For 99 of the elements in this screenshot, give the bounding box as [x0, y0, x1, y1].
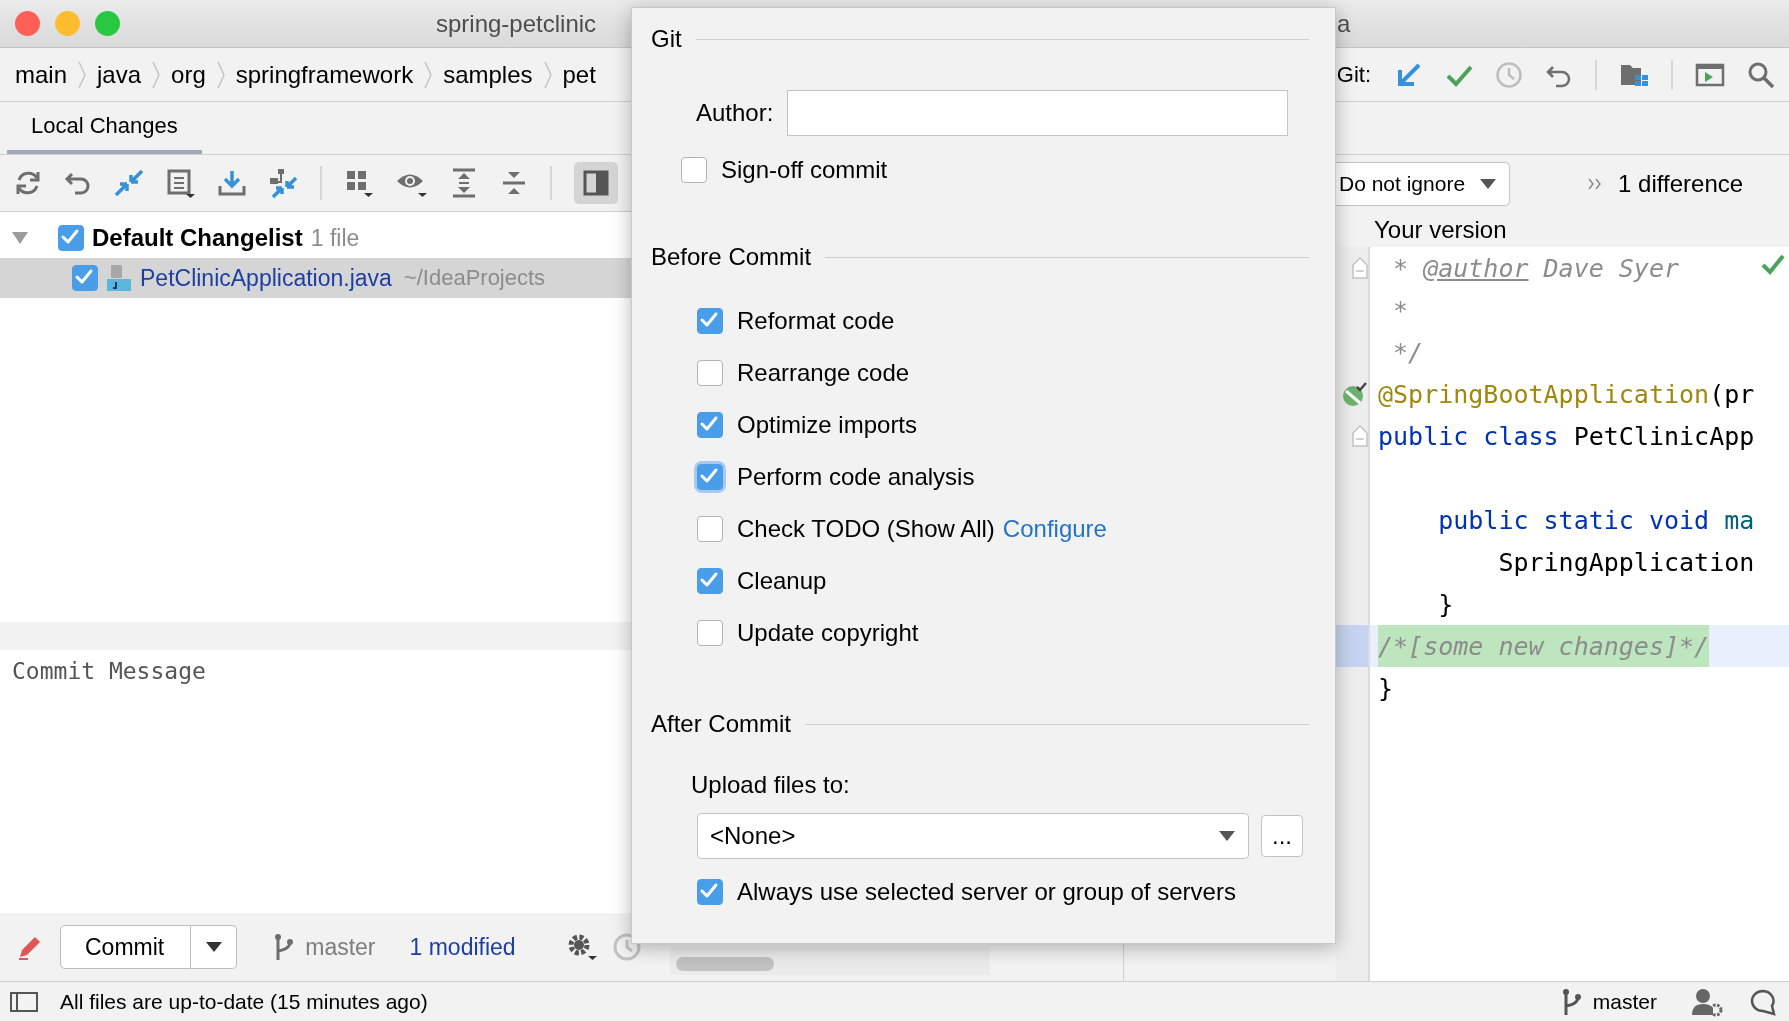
double-chevron-icon[interactable]	[1588, 177, 1603, 190]
checkbox-label: Check TODO (Show All)	[737, 515, 995, 543]
code-editor[interactable]: * @author Dave Syer * */ @SpringBootApplication(pr public class PetClinicApp public static void ma SpringApplication } /*[some new changes]*/ }	[1370, 247, 1789, 981]
breadcrumb[interactable]: springframework	[235, 60, 414, 89]
code-line: }	[1437, 589, 1454, 619]
code-line: public class PetClinicApp	[1378, 421, 1755, 451]
breadcrumb[interactable]: pet	[562, 60, 596, 89]
code-line: @SpringBootApplication(pr	[1378, 379, 1755, 409]
caret-icon	[204, 941, 223, 953]
breadcrumb[interactable]: org	[171, 60, 206, 89]
code-line: SpringApplication	[1497, 547, 1755, 577]
breadcrumb[interactable]: java	[97, 60, 142, 89]
checkbox[interactable]	[697, 879, 723, 905]
modified-link[interactable]: 1 modified	[409, 933, 516, 961]
refresh-icon[interactable]	[14, 169, 42, 197]
fold-marker-icon[interactable]	[1352, 425, 1368, 447]
checkbox[interactable]	[697, 308, 723, 334]
branch-icon[interactable]	[1560, 987, 1583, 1016]
configure-link[interactable]: Configure	[1002, 515, 1107, 543]
checkbox[interactable]	[72, 265, 98, 291]
field-label: Author:	[696, 99, 774, 127]
breadcrumb[interactable]: main	[15, 60, 68, 89]
section-title: Before Commit	[651, 243, 812, 271]
checkbox-label: Sign-off commit	[721, 156, 888, 184]
java-file-icon	[106, 264, 132, 292]
user-gear-icon[interactable]	[1691, 986, 1723, 1017]
clock-icon[interactable]	[611, 932, 642, 962]
code-line: *	[1392, 295, 1409, 325]
checkbox-label: Always use selected server or group of servers	[737, 878, 1236, 906]
preview-toggle[interactable]	[574, 162, 618, 204]
preview-panel-icon	[583, 170, 609, 196]
checkbox-label: Update copyright	[737, 619, 919, 647]
show-diff-icon[interactable]	[114, 169, 144, 197]
changelist-name: Default Changelist	[92, 224, 303, 252]
check-icon	[1761, 253, 1785, 275]
browse-button[interactable]: ...	[1261, 815, 1303, 857]
file-name: PetClinicApplication.java	[140, 264, 392, 292]
expand-triangle-icon[interactable]	[12, 230, 28, 246]
history-clock-icon[interactable]	[1495, 60, 1523, 89]
file-row[interactable]: PetClinicApplication.java ~/IdeaProjects	[0, 258, 631, 298]
fold-marker-icon[interactable]	[1352, 257, 1368, 279]
difference-count: 1 difference	[1618, 169, 1744, 198]
chevron-icon	[77, 59, 88, 90]
chevron-icon	[151, 59, 162, 90]
checkbox[interactable]	[697, 516, 723, 542]
code-line: }	[1378, 673, 1394, 703]
upload-dropdown[interactable]: <None>	[697, 813, 1249, 859]
search-icon[interactable]	[1747, 60, 1775, 89]
caret-icon	[1479, 177, 1498, 190]
checkbox[interactable]	[697, 412, 723, 438]
code-line: */	[1392, 337, 1424, 367]
panel-toggle-icon[interactable]	[10, 990, 38, 1013]
tab[interactable]: Local Changes	[7, 102, 202, 154]
chat-bubble-icon[interactable]	[1749, 987, 1777, 1016]
commit-button[interactable]: Commit	[60, 925, 192, 969]
window-title: spring-petclinic	[436, 10, 597, 38]
bean-icon[interactable]	[1342, 381, 1368, 407]
git-label: Git:	[1336, 61, 1371, 88]
chevron-icon	[542, 59, 553, 90]
checkbox-label: Optimize imports	[737, 411, 918, 439]
checkbox-label: Cleanup	[737, 567, 827, 595]
checkbox[interactable]	[697, 620, 723, 646]
checkbox[interactable]	[681, 157, 707, 183]
file-count: 1 file	[310, 224, 360, 252]
checkbox[interactable]	[697, 464, 723, 490]
commit-dropdown-button[interactable]	[191, 925, 238, 969]
scrollbar-thumb[interactable]	[675, 957, 774, 971]
group-by-icon[interactable]	[344, 168, 374, 198]
code-line: public static void ma	[1437, 505, 1755, 535]
merge-tree-icon[interactable]	[268, 168, 298, 198]
checkbox[interactable]	[58, 225, 84, 251]
file-path: ~/IdeaProjects	[403, 265, 546, 291]
branch-name[interactable]: master	[305, 933, 376, 961]
chevron-icon	[215, 59, 226, 90]
branch-icon	[273, 933, 296, 961]
breadcrumb[interactable]: samples	[443, 60, 533, 89]
added-code: /*[some new changes]*/	[1378, 625, 1710, 667]
section-title: Git	[651, 25, 682, 53]
shelve-document-icon[interactable]	[166, 168, 196, 198]
author-field[interactable]	[787, 90, 1289, 136]
checkbox[interactable]	[697, 568, 723, 594]
change-marker	[1336, 625, 1368, 667]
section-title: After Commit	[651, 710, 791, 738]
caret-icon	[1218, 830, 1236, 842]
checkbox[interactable]	[697, 360, 723, 386]
close-button[interactable]	[15, 11, 40, 36]
status-message: All files are up-to-date (15 minutes ago)	[60, 989, 428, 1014]
expand-all-icon[interactable]	[450, 168, 478, 198]
checkbox-label: Reformat code	[737, 307, 895, 335]
branch-name[interactable]: master	[1592, 989, 1657, 1014]
window-title: a	[1337, 10, 1351, 38]
checkbox-label: Perform code analysis	[737, 463, 975, 491]
code-line: * @author Dave Syer	[1392, 253, 1680, 283]
field-label: Upload files to:	[691, 771, 850, 799]
chevron-icon	[423, 59, 434, 90]
zoom-button[interactable]	[95, 11, 120, 36]
download-icon[interactable]	[218, 169, 246, 197]
pane-title: Your version	[1373, 214, 1508, 245]
checkbox-label: Rearrange code	[737, 359, 910, 387]
